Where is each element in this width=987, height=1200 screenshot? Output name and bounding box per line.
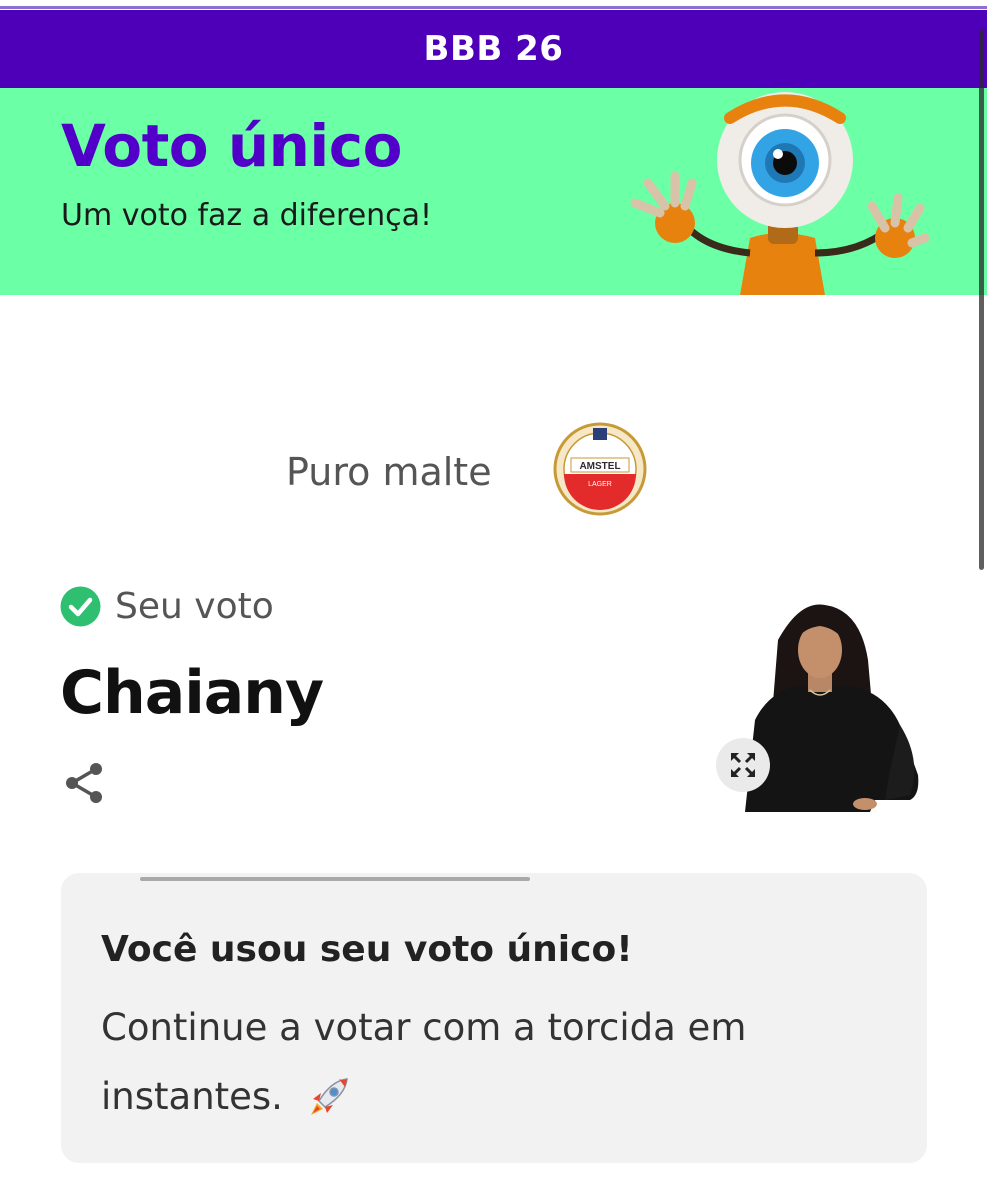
share-icon[interactable]	[62, 760, 108, 806]
card-body-text: Continue a votar com a torcida em instan…	[101, 1006, 747, 1118]
vote-status: Seu voto	[60, 586, 274, 627]
header-title: BBB 26	[423, 29, 564, 69]
expand-icon	[731, 753, 755, 777]
card-progress-bar	[140, 877, 530, 881]
sponsor-text: Puro malte	[286, 450, 492, 494]
info-card: Você usou seu voto único! Continue a vot…	[61, 873, 927, 1163]
top-accent-line	[0, 6, 987, 9]
vote-status-label: Seu voto	[115, 586, 274, 627]
expand-photo-button[interactable]	[716, 738, 770, 792]
svg-text:AMSTEL: AMSTEL	[579, 461, 620, 472]
scrollbar[interactable]	[979, 30, 984, 570]
card-title: Você usou seu voto único!	[101, 929, 633, 970]
rocket-icon	[310, 1077, 348, 1115]
banner-subtitle: Um voto faz a diferença!	[61, 198, 433, 233]
svg-text:LAGER: LAGER	[588, 481, 612, 488]
check-circle-icon	[60, 586, 101, 627]
big-brother-mascot-icon	[630, 92, 930, 295]
banner-title: Voto único	[61, 112, 403, 180]
sponsor-row: Puro malte AMSTEL LAGER	[0, 400, 987, 530]
card-body: Continue a votar com a torcida em instan…	[101, 993, 821, 1131]
app-header: BBB 26	[0, 10, 987, 88]
candidate-name: Chaiany	[60, 658, 324, 728]
amstel-logo-icon: AMSTEL LAGER	[553, 422, 647, 516]
vote-banner: Voto único Um voto faz a diferença!	[0, 88, 987, 295]
